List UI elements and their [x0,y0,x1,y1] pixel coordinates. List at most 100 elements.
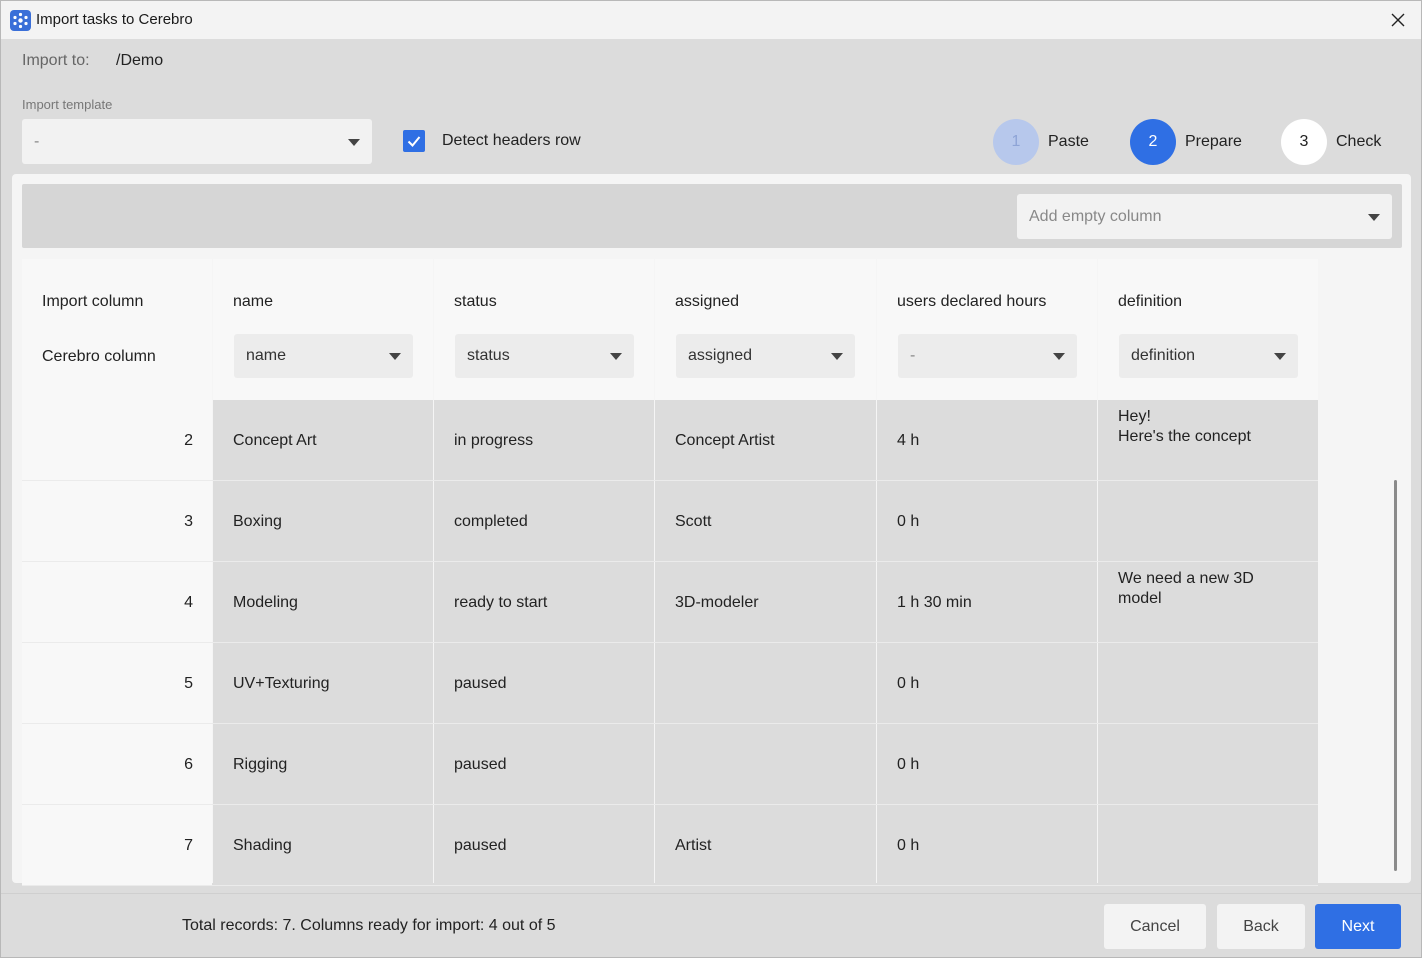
cerebro-column-value: assigned [688,347,753,364]
column-header-status: status status [434,259,654,400]
table-cell: paused [434,724,654,805]
detect-headers-label: Detect headers row [442,132,581,149]
table-row: 5 UV+Texturing paused 0 h [22,643,1318,724]
checkmark-icon [407,136,421,147]
table-row: 7 Shading paused Artist 0 h [22,805,1318,886]
mapping-panel: Add empty column Import column Cerebro c… [12,174,1411,886]
add-empty-column-placeholder: Add empty column [1029,207,1162,225]
table-cell: Modeling [213,562,433,643]
row-number: 4 [22,562,212,643]
detect-headers-checkbox[interactable] [403,130,425,152]
chevron-down-icon [831,353,843,360]
table-cell: paused [434,805,654,886]
cerebro-column-select[interactable]: status [455,334,634,378]
column-toolbar: Add empty column [22,184,1402,248]
cerebro-column-select[interactable]: assigned [676,334,855,378]
row-number: 5 [22,643,212,724]
table-cell: 4 h [877,400,1097,481]
import-column-label: Import column [42,293,144,310]
import-dialog: Import tasks to Cerebro Import to: /Demo… [0,0,1422,958]
chevron-down-icon [1368,213,1380,221]
step-label: Check [1336,133,1382,150]
cerebro-app-icon [10,10,31,31]
import-template-label: Import template [22,97,113,112]
import-template-select[interactable]: - [22,119,372,164]
cerebro-column-select[interactable]: definition [1119,334,1298,378]
column-header-definition: definition definition [1098,259,1318,400]
step-number: 1 [993,119,1039,165]
row-number: 2 [22,400,212,481]
table-cell [1098,481,1318,562]
table-cell: Concept Art [213,400,433,481]
import-column-title: status [454,293,497,310]
close-icon [1391,13,1405,27]
footer-divider [1,893,1421,894]
title-bar: Import tasks to Cerebro [1,1,1421,39]
table-cell: paused [434,643,654,724]
table-cell: Concept Artist [655,400,876,481]
table-cell: in progress [434,400,654,481]
step-prepare: 2 Prepare [1130,119,1242,165]
row-header-cell: Import column Cerebro column [22,259,212,400]
import-column-title: definition [1118,293,1183,310]
back-button[interactable]: Back [1217,904,1305,949]
table-cell [1098,643,1318,724]
cerebro-column-value: - [910,347,916,364]
vertical-scrollbar[interactable] [1394,480,1397,871]
table-row: 3 Boxing completed Scott 0 h [22,481,1318,562]
import-summary: Total records: 7. Columns ready for impo… [182,917,556,934]
column-header-assigned: assigned assigned [655,259,876,400]
table-cell [655,643,876,724]
step-label: Prepare [1185,133,1242,150]
table-row: 6 Rigging paused 0 h [22,724,1318,805]
step-number: 2 [1130,119,1176,165]
step-label: Paste [1048,133,1089,150]
table-cell: completed [434,481,654,562]
table-cell: Shading [213,805,433,886]
table-cell: 0 h [877,481,1097,562]
cerebro-column-select[interactable]: name [234,334,413,378]
cerebro-column-value: name [246,347,287,364]
step-paste: 1 Paste [993,119,1089,165]
row-number: 6 [22,724,212,805]
table-row: 2 Concept Art in progress Concept Artist 4 h… [22,400,1318,481]
table-cell: ready to start [434,562,654,643]
row-number: 7 [22,805,212,886]
import-to-path: /Demo [116,52,164,69]
table-cell: Hey! Here's the concept [1098,400,1318,481]
column-header-hours: users declared hours - [877,259,1097,400]
cerebro-column-value: status [467,347,510,364]
step-check: 3 Check [1281,119,1381,165]
cerebro-column-select[interactable]: - [898,334,1077,378]
import-to-label: Import to: [22,52,90,69]
chevron-down-icon [348,138,360,146]
table-cell: Artist [655,805,876,886]
table-cell: Scott [655,481,876,562]
cancel-button[interactable]: Cancel [1104,904,1206,949]
import-column-title: assigned [675,293,740,310]
chevron-down-icon [610,353,622,360]
close-button[interactable] [1375,1,1421,39]
table-cell: 3D-modeler [655,562,876,643]
table-cell: UV+Texturing [213,643,433,724]
table-row: 4 Modeling ready to start 3D-modeler 1 h 30 … [22,562,1318,643]
import-template-value: - [34,132,40,150]
table-cell: We need a new 3D model [1098,562,1318,643]
table-cell: 0 h [877,724,1097,805]
table-cell: 1 h 30 min [877,562,1097,643]
next-button[interactable]: Next [1315,904,1401,949]
import-column-title: users declared hours [897,293,1047,310]
add-empty-column-select[interactable]: Add empty column [1017,194,1392,239]
import-column-title: name [233,293,274,310]
table-cell [1098,805,1318,886]
column-header-name: name name [213,259,433,400]
table-cell: Rigging [213,724,433,805]
chevron-down-icon [1053,353,1065,360]
table-cell: 0 h [877,643,1097,724]
window-title: Import tasks to Cerebro [36,11,193,28]
row-number: 3 [22,481,212,562]
table-cell [1098,724,1318,805]
chevron-down-icon [1274,353,1286,360]
cerebro-column-label: Cerebro column [42,348,156,365]
chevron-down-icon [389,353,401,360]
